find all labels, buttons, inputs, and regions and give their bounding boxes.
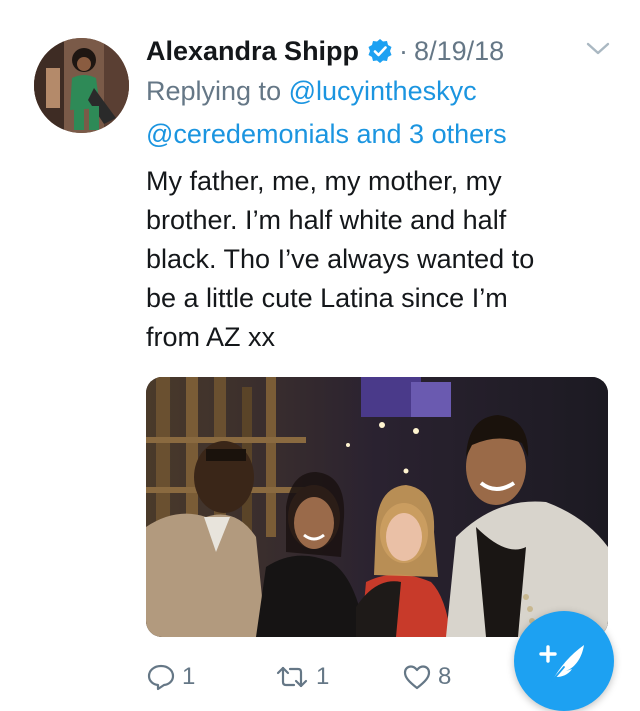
replying-to-line: Replying to @lucyintheskyc: [146, 74, 477, 108]
tweet-text-line: from AZ xx: [146, 322, 276, 352]
like-count: 8: [438, 663, 452, 690]
tweet-text-line: black. Tho I’ve always wanted to: [146, 244, 535, 274]
retweet-count: 1: [316, 663, 330, 690]
reply-icon: [146, 662, 182, 692]
like-button[interactable]: 8: [402, 662, 451, 692]
verified-badge-icon: [367, 38, 393, 64]
tweet-text-line: My father, me, my mother, my: [146, 166, 502, 196]
replying-to-label: Replying to: [146, 76, 282, 106]
tweet-text-line: be a little cute Latina since I’m: [146, 283, 508, 313]
tweet-date[interactable]: 8/19/18: [414, 34, 504, 68]
mention-link[interactable]: @lucyintheskyc: [289, 76, 477, 106]
reply-button[interactable]: 1: [146, 662, 195, 692]
tweet-photo[interactable]: [146, 377, 608, 637]
retweet-icon: [274, 662, 316, 692]
tweet-text-line: brother. I’m half white and half: [146, 205, 507, 235]
avatar[interactable]: [34, 38, 129, 133]
retweet-button[interactable]: 1: [274, 662, 329, 692]
chevron-down-icon[interactable]: [585, 40, 611, 58]
tweet[interactable]: Alexandra Shipp · 8/19/18 Replying to @l…: [0, 0, 640, 711]
header-separator: ·: [399, 36, 409, 66]
tweet-actions: 1 1 8: [146, 662, 486, 698]
heart-icon: [402, 662, 438, 692]
mention-others-link[interactable]: @ceredemonials and 3 others: [146, 117, 507, 151]
author-name[interactable]: Alexandra Shipp: [146, 34, 359, 68]
tweet-header: Alexandra Shipp · 8/19/18: [146, 34, 504, 68]
compose-tweet-icon: [539, 645, 584, 682]
compose-tweet-button[interactable]: [514, 611, 614, 711]
tweet-text: My father, me, my mother, my brother. I’…: [146, 162, 606, 357]
reply-count: 1: [182, 663, 196, 690]
